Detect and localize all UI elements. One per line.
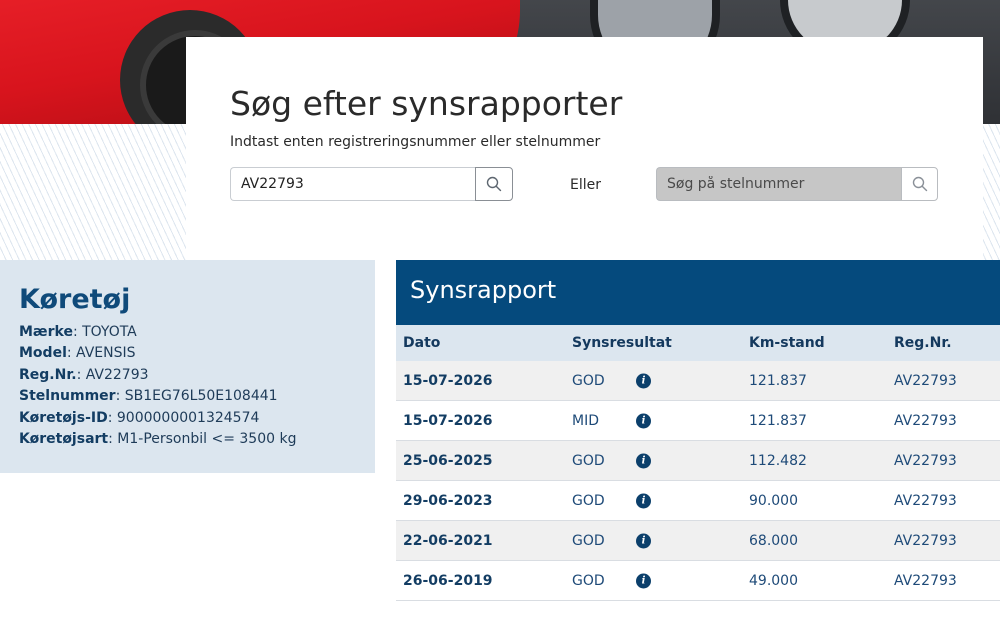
column-header-result: Synsresultat: [572, 335, 672, 351]
search-icon: [912, 176, 927, 192]
table-row[interactable]: 29-06-2023 GOD i 90.000 AV22793: [396, 481, 1000, 521]
column-header-reg: Reg.Nr.: [894, 335, 952, 351]
field-key: Køretøjs-ID: [19, 409, 108, 426]
row-km: 121.837: [749, 412, 807, 429]
registration-search-button[interactable]: [475, 167, 513, 201]
vehicle-title: Køretøj: [19, 284, 131, 315]
info-icon[interactable]: i: [636, 453, 651, 468]
row-result: MID: [572, 412, 599, 429]
info-icon[interactable]: i: [636, 533, 651, 548]
field-value: M1-Personbil <= 3500 kg: [117, 431, 297, 448]
vin-search-button[interactable]: [901, 167, 938, 201]
report-section: Synsrapport Dato Synsresultat Km-stand R…: [396, 260, 1000, 601]
vehicle-field-make: Mærke: TOYOTA: [19, 324, 137, 340]
table-row[interactable]: 15-07-2026 MID i 121.837 AV22793: [396, 401, 1000, 441]
vehicle-field-reg: Reg.Nr.: AV22793: [19, 366, 149, 383]
row-km: 112.482: [749, 452, 807, 469]
row-km: 68.000: [749, 532, 798, 549]
row-date: 25-06-2025: [403, 452, 493, 469]
row-km: 121.837: [749, 372, 807, 389]
row-date: 29-06-2023: [403, 492, 493, 509]
table-row[interactable]: 25-06-2025 GOD i 112.482 AV22793: [396, 441, 1000, 481]
row-result: GOD: [572, 492, 605, 509]
info-icon[interactable]: i: [636, 373, 651, 388]
registration-number-input[interactable]: [230, 167, 476, 201]
column-header-km: Km-stand: [749, 335, 825, 351]
row-date: 15-07-2026: [403, 372, 493, 389]
row-km: 49.000: [749, 572, 798, 589]
vehicle-field-id: Køretøjs-ID: 9000000001324574: [19, 409, 260, 426]
table-row[interactable]: 22-06-2021 GOD i 68.000 AV22793: [396, 521, 1000, 561]
search-icon: [486, 176, 502, 192]
row-date: 15-07-2026: [403, 412, 493, 429]
table-row[interactable]: 15-07-2026 GOD i 121.837 AV22793: [396, 361, 1000, 401]
row-date: 26-06-2019: [403, 572, 493, 589]
row-result: GOD: [572, 532, 605, 549]
field-value: SB1EG76L50E108441: [124, 388, 278, 405]
vehicle-field-vin: Stelnummer: SB1EG76L50E108441: [19, 388, 278, 405]
table-row[interactable]: 26-06-2019 GOD i 49.000 AV22793: [396, 561, 1000, 601]
row-result: GOD: [572, 572, 605, 589]
field-value: 9000000001324574: [116, 409, 260, 426]
column-header-date: Dato: [403, 335, 441, 351]
field-value: AV22793: [85, 366, 149, 383]
report-title: Synsrapport: [396, 260, 1000, 325]
field-key: Mærke: [19, 324, 73, 340]
row-reg: AV22793: [894, 492, 957, 509]
vehicle-field-model: Model: AVENSIS: [19, 345, 136, 362]
row-km: 90.000: [749, 492, 798, 509]
row-result: GOD: [572, 372, 605, 389]
field-key: Stelnummer: [19, 388, 116, 405]
vin-input[interactable]: [656, 167, 902, 201]
info-icon[interactable]: i: [636, 493, 651, 508]
search-subtitle: Indtast enten registreringsnummer eller …: [230, 134, 601, 150]
page: Søg efter synsrapporter Indtast enten re…: [0, 0, 1000, 623]
search-card: Søg efter synsrapporter Indtast enten re…: [186, 37, 983, 260]
field-key: Model: [19, 345, 67, 362]
vehicle-panel: Køretøj Mærke: TOYOTA Model: AVENSIS Reg…: [0, 260, 375, 473]
row-date: 22-06-2021: [403, 532, 493, 549]
row-result: GOD: [572, 452, 605, 469]
or-label: Eller: [570, 177, 601, 193]
info-icon[interactable]: i: [636, 573, 651, 588]
row-reg: AV22793: [894, 412, 957, 429]
field-key: Køretøjsart: [19, 431, 109, 448]
row-reg: AV22793: [894, 452, 957, 469]
row-reg: AV22793: [894, 572, 957, 589]
field-key: Reg.Nr.: [19, 366, 77, 383]
field-value: AVENSIS: [76, 345, 136, 362]
report-table-header: Dato Synsresultat Km-stand Reg.Nr.: [396, 325, 1000, 361]
search-title: Søg efter synsrapporter: [230, 84, 623, 123]
row-reg: AV22793: [894, 532, 957, 549]
info-icon[interactable]: i: [636, 413, 651, 428]
field-value: TOYOTA: [82, 324, 137, 340]
row-reg: AV22793: [894, 372, 957, 389]
vehicle-field-type: Køretøjsart: M1-Personbil <= 3500 kg: [19, 431, 297, 448]
